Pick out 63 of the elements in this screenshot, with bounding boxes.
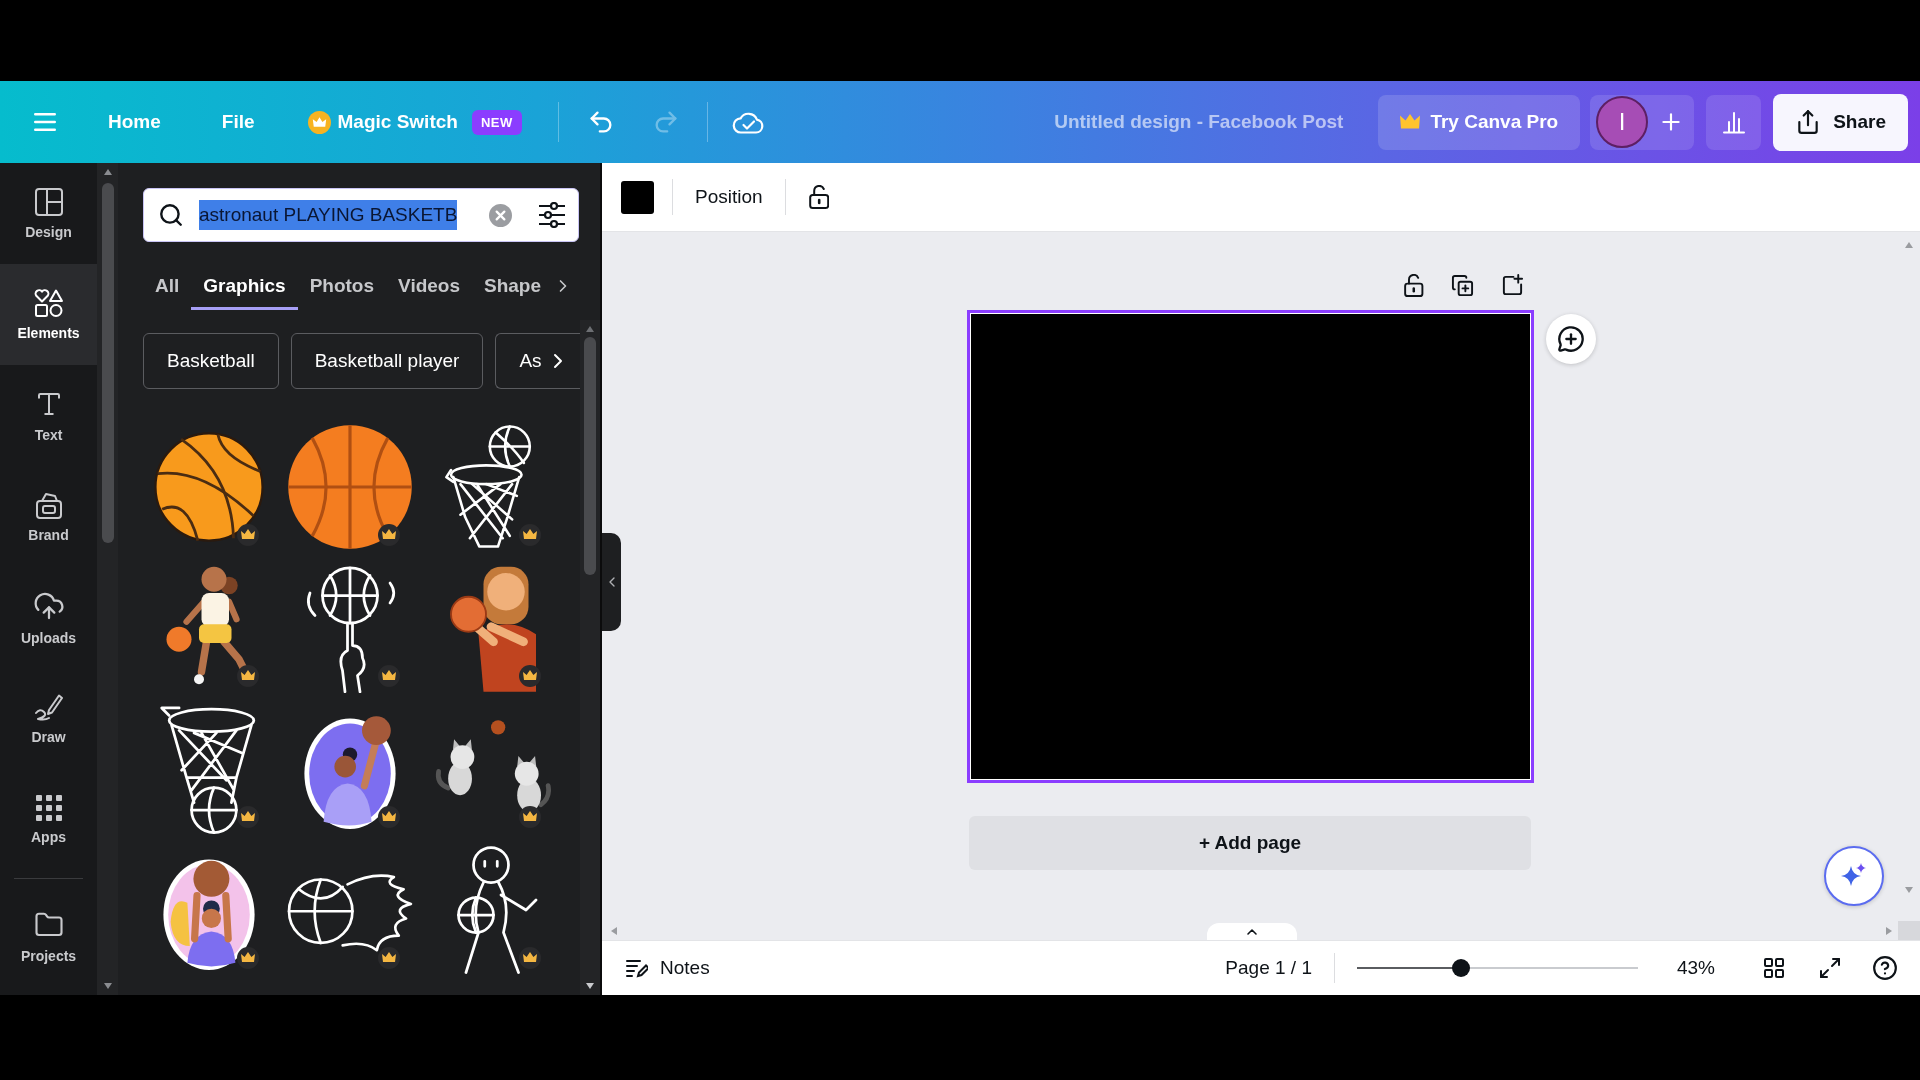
search-field[interactable]: astronaut PLAYING BASKETB [143,188,579,242]
grid-icon [35,794,62,821]
clear-icon[interactable] [489,203,512,227]
scrollbar-thumb[interactable] [584,337,596,575]
sidebar-item[interactable]: Apps [0,769,97,870]
scrollbar-thumb[interactable] [101,183,114,543]
new-badge: NEW [471,109,522,135]
scrollbar[interactable] [580,320,600,995]
category-tab[interactable]: Photos [297,262,387,310]
shapes-icon [33,288,64,317]
sidebar-item[interactable]: Uploads [0,567,97,668]
crown-icon [307,110,331,134]
bar-chart-icon [1721,110,1746,134]
suggestion-chip[interactable]: Basketball player [290,333,484,389]
page-indicator[interactable]: Page 1 / 1 [1225,957,1312,979]
caret-up-icon[interactable] [586,326,594,332]
layout-icon [34,187,63,216]
help-icon[interactable] [1872,955,1898,981]
zoom-slider-thumb[interactable] [1451,959,1470,977]
sidebar-item[interactable]: Design [0,163,97,264]
basketball-drawing[interactable] [287,423,413,550]
sidebar-item[interactable]: Projects [0,887,97,987]
collapse-panel-button[interactable] [602,533,621,631]
comment-plus-icon [1556,325,1585,353]
try-pro-button[interactable]: Try Canva Pro [1378,94,1581,150]
color-swatch[interactable] [621,180,654,214]
add-page-icon[interactable] [1500,273,1524,297]
grid-view-icon[interactable] [1762,956,1786,980]
notes-button[interactable]: Notes [626,957,710,979]
suggestion-chip[interactable]: Basketball [143,333,279,389]
notes-icon [626,958,648,978]
category-tab[interactable]: Shape [472,262,554,310]
sidebar-item[interactable]: Draw [0,668,97,769]
pen-icon [34,692,63,721]
search-text: astronaut PLAYING BASKETB [199,200,458,230]
filter-icon[interactable] [538,202,566,228]
add-comment-button[interactable] [1545,314,1596,364]
caret-up-icon[interactable] [103,169,112,175]
sidebar-item[interactable]: Brand [0,466,97,567]
share-button[interactable]: Share [1773,93,1908,151]
search-icon [158,202,184,228]
fullscreen-icon[interactable] [1818,956,1842,980]
duplicate-icon[interactable] [1450,273,1474,297]
category-tab[interactable]: Graphics [191,262,298,310]
design-page[interactable] [966,310,1534,783]
zoom-percentage[interactable]: 43% [1676,957,1715,979]
caret-down-icon[interactable] [586,983,594,989]
add-page-button[interactable]: + Add page [969,816,1531,870]
cloud-check-icon[interactable] [731,110,764,134]
crown-icon [1400,114,1421,130]
scrollbar[interactable] [97,163,118,995]
bag-icon [34,490,63,519]
caret-down-icon[interactable] [103,983,112,989]
category-tab[interactable]: All [143,262,192,310]
position-button[interactable]: Position [695,186,763,208]
user-avatar[interactable]: I [1596,96,1649,148]
category-tab[interactable]: Videos [386,262,472,310]
lock-icon[interactable] [808,185,829,209]
lock-icon[interactable] [1403,273,1424,297]
magic-assistant-button[interactable] [1824,846,1884,906]
analytics-button[interactable] [1706,94,1762,150]
sidebar-item[interactable]: Elements [0,264,97,365]
sidebar-item[interactable]: Text [0,365,97,466]
